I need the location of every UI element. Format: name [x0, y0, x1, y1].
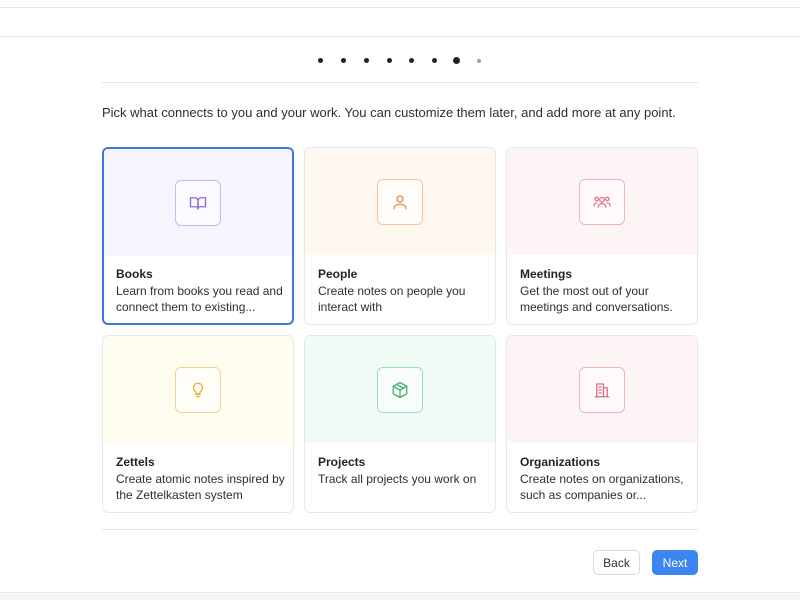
card-zettels[interactable]: Zettels Create atomic notes inspired by …	[102, 335, 294, 513]
icon-tile	[377, 178, 423, 225]
card-description: Get the most out of your meetings and co…	[520, 284, 673, 314]
step-dot	[364, 58, 369, 63]
icon-tile	[579, 178, 625, 225]
card-title: Projects	[318, 455, 366, 469]
card-title: Zettels	[116, 455, 155, 469]
book-icon	[189, 196, 207, 210]
step-indicator	[0, 57, 800, 65]
card-hero	[305, 148, 495, 255]
card-title: Organizations	[520, 455, 601, 469]
card-title: Meetings	[520, 267, 573, 281]
cube-icon	[392, 381, 408, 398]
step-dot	[318, 58, 323, 63]
lightbulb-icon	[192, 382, 204, 397]
step-dot	[432, 58, 437, 63]
header-divider	[102, 82, 698, 83]
card-hero	[104, 149, 292, 256]
card-organizations[interactable]: Organizations Create notes on organizati…	[506, 335, 698, 513]
bottom-strip	[0, 594, 800, 600]
next-button[interactable]: Next	[652, 550, 698, 575]
icon-tile	[377, 366, 423, 413]
icon-tile	[175, 179, 221, 226]
person-icon	[393, 194, 407, 209]
card-description: Learn from books you read and connect th…	[116, 284, 283, 314]
step-dot-upcoming	[477, 58, 481, 63]
group-icon	[593, 196, 611, 208]
card-description: Create atomic notes inspired by the Zett…	[116, 472, 285, 502]
card-hero	[507, 336, 697, 443]
back-button[interactable]: Back	[593, 550, 640, 575]
icon-tile	[175, 366, 221, 413]
top-bar	[0, 0, 800, 8]
card-hero	[305, 336, 495, 443]
onboarding-panel: Pick what connects to you and your work.…	[0, 36, 800, 593]
card-people[interactable]: People Create notes on people you intera…	[304, 147, 496, 325]
icon-tile	[579, 366, 625, 413]
step-dot	[341, 58, 346, 63]
step-dot	[409, 58, 414, 63]
card-title: Books	[116, 267, 153, 281]
card-description: Track all projects you work on	[318, 472, 477, 486]
card-hero	[103, 336, 293, 443]
intro-text: Pick what connects to you and your work.…	[102, 105, 676, 120]
step-dot	[387, 58, 392, 63]
card-meetings[interactable]: Meetings Get the most out of your meetin…	[506, 147, 698, 325]
card-description: Create notes on organizations, such as c…	[520, 472, 684, 502]
card-title: People	[318, 267, 358, 281]
card-hero	[507, 148, 697, 255]
template-grid: Books Learn from books you read and conn…	[102, 147, 698, 513]
card-projects[interactable]: Projects Track all projects you work on	[304, 335, 496, 513]
building-icon	[594, 382, 610, 397]
footer-divider	[102, 529, 698, 530]
card-description: Create notes on people you interact with	[318, 284, 466, 314]
card-books[interactable]: Books Learn from books you read and conn…	[102, 147, 294, 325]
step-dot-current	[453, 57, 460, 64]
